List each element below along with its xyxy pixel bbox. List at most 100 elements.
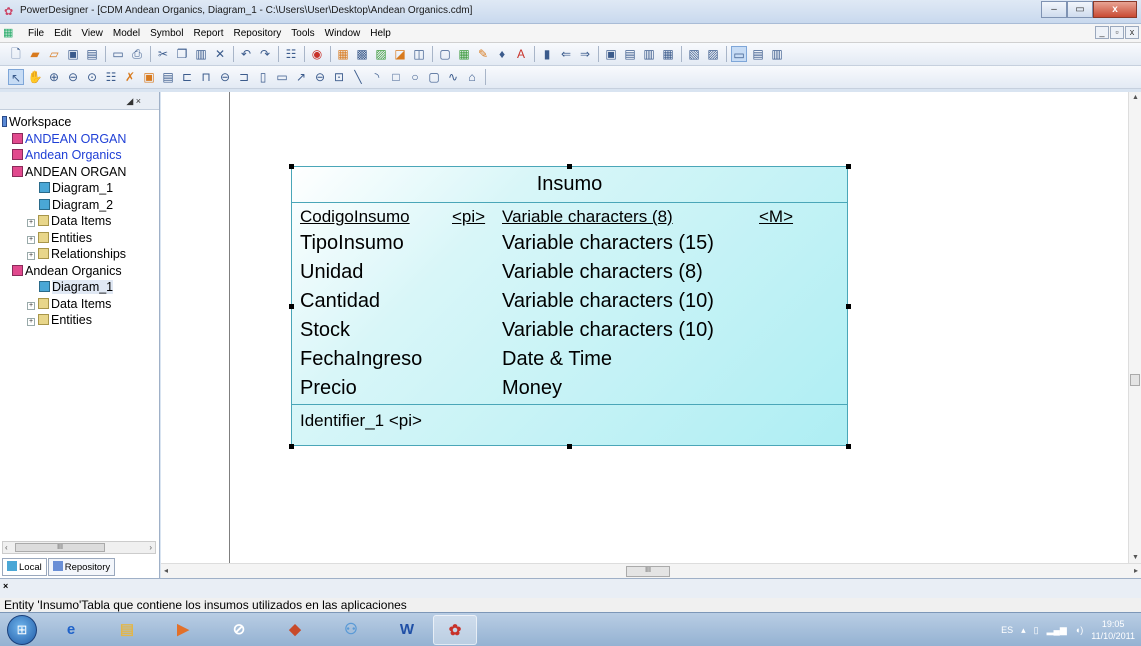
- pointer-icon[interactable]: ↖: [8, 69, 24, 85]
- text-color-icon[interactable]: A: [513, 46, 529, 62]
- scroll-right-icon[interactable]: ›: [149, 543, 152, 552]
- expand-icon[interactable]: +: [27, 235, 35, 244]
- redo-icon[interactable]: ↷: [257, 46, 273, 62]
- pen-icon[interactable]: ✎: [475, 46, 491, 62]
- scroll-left-icon[interactable]: ◂: [164, 566, 168, 575]
- tree-item-folder[interactable]: + Entities: [0, 312, 158, 329]
- tree-item-diagram[interactable]: Diagram_1: [0, 279, 158, 296]
- expand-icon[interactable]: +: [27, 318, 35, 326]
- undo-icon[interactable]: ↶: [238, 46, 254, 62]
- title-icon[interactable]: ⊖: [312, 69, 328, 85]
- compare-icon[interactable]: ▨: [373, 46, 389, 62]
- file-icon[interactable]: ▯: [255, 69, 271, 85]
- tab-repository[interactable]: Repository: [47, 558, 116, 576]
- entity-insumo[interactable]: Insumo CodigoInsumo <pi> Variable charac…: [291, 166, 848, 446]
- merge-icon[interactable]: ▩: [354, 46, 370, 62]
- open-folder-icon[interactable]: ▰: [27, 46, 43, 62]
- word-icon[interactable]: W: [385, 615, 429, 645]
- grid-icon[interactable]: ▦: [456, 46, 472, 62]
- app-icon[interactable]: ◆: [273, 615, 317, 645]
- rect-icon[interactable]: ▢: [437, 46, 453, 62]
- tree-item-model[interactable]: Andean Organics: [0, 147, 158, 164]
- tree-item-diagram[interactable]: Diagram_1: [0, 180, 158, 197]
- arrow-right-icon[interactable]: ⇒: [577, 46, 593, 62]
- polyline-icon[interactable]: ∿: [445, 69, 461, 85]
- tree-item-model[interactable]: Andean Organics: [0, 263, 158, 280]
- scroll-left-icon[interactable]: ‹: [5, 543, 8, 552]
- expand-icon[interactable]: +: [27, 301, 35, 310]
- selection-handle[interactable]: [846, 444, 851, 449]
- diagram-canvas[interactable]: Insumo CodigoInsumo <pi> Variable charac…: [161, 92, 1128, 563]
- model-icon[interactable]: ▦: [335, 46, 351, 62]
- menu-tools[interactable]: Tools: [286, 24, 319, 43]
- ellipse-icon[interactable]: ○: [407, 69, 423, 85]
- tree-item-model[interactable]: ANDEAN ORGAN: [0, 164, 158, 181]
- properties-icon[interactable]: ☷: [103, 69, 119, 85]
- rounded-rect-icon[interactable]: ▢: [426, 69, 442, 85]
- copy-icon[interactable]: ❐: [174, 46, 190, 62]
- document-close-button[interactable]: x: [1125, 26, 1139, 39]
- view3-icon[interactable]: ▥: [769, 46, 785, 62]
- line-style-icon[interactable]: ▮: [539, 46, 555, 62]
- menu-view[interactable]: View: [76, 24, 108, 43]
- grabber-icon[interactable]: ✋: [27, 69, 43, 85]
- delete-icon[interactable]: ✕: [212, 46, 228, 62]
- fill-icon[interactable]: ♦: [494, 46, 510, 62]
- open-icon[interactable]: ▱: [46, 46, 62, 62]
- link-icon[interactable]: ↗: [293, 69, 309, 85]
- close-output-icon[interactable]: ×: [3, 581, 8, 591]
- hp-icon[interactable]: ⊘: [217, 615, 261, 645]
- polygon-icon[interactable]: ⌂: [464, 69, 480, 85]
- arrow-icon[interactable]: ⇐: [558, 46, 574, 62]
- find-icon[interactable]: ◉: [309, 46, 325, 62]
- zoom-icon[interactable]: ⊙: [84, 69, 100, 85]
- selection-handle[interactable]: [289, 164, 294, 169]
- tab-local[interactable]: Local: [2, 558, 47, 576]
- save-all-icon[interactable]: ▤: [84, 46, 100, 62]
- media-player-icon[interactable]: ▶: [161, 615, 205, 645]
- align2-icon[interactable]: ▤: [622, 46, 638, 62]
- scroll-up-icon[interactable]: ▲: [1132, 94, 1139, 101]
- generate-icon[interactable]: ◫: [411, 46, 427, 62]
- tree-item-model[interactable]: ANDEAN ORGAN: [0, 131, 158, 148]
- menu-edit[interactable]: Edit: [49, 24, 76, 43]
- powerdesigner-app-icon[interactable]: ✿: [4, 5, 18, 19]
- package-icon[interactable]: ▣: [141, 69, 157, 85]
- align-icon[interactable]: ▣: [603, 46, 619, 62]
- selection-handle[interactable]: [846, 304, 851, 309]
- align6-icon[interactable]: ▨: [705, 46, 721, 62]
- new-icon[interactable]: 🗋: [8, 46, 24, 62]
- menu-window[interactable]: Window: [320, 24, 366, 43]
- paste-icon[interactable]: ▥: [193, 46, 209, 62]
- selection-handle[interactable]: [846, 164, 851, 169]
- save-icon[interactable]: ▣: [65, 46, 81, 62]
- view2-icon[interactable]: ▤: [750, 46, 766, 62]
- tree-item-folder[interactable]: + Relationships: [0, 246, 158, 263]
- expand-icon[interactable]: +: [27, 252, 35, 260]
- tree-item-workspace[interactable]: Workspace: [0, 114, 158, 131]
- align3-icon[interactable]: ▥: [641, 46, 657, 62]
- relationship-icon[interactable]: ⊏: [179, 69, 195, 85]
- association-link-icon[interactable]: ⊐: [236, 69, 252, 85]
- battery-icon[interactable]: ▯: [1034, 625, 1039, 636]
- check-icon[interactable]: ◪: [392, 46, 408, 62]
- show-hidden-icons-icon[interactable]: ▴: [1021, 625, 1026, 636]
- tree-item-folder[interactable]: + Data Items: [0, 296, 158, 313]
- note-icon[interactable]: ▭: [274, 69, 290, 85]
- print-preview-icon[interactable]: ▭: [110, 46, 126, 62]
- selection-handle[interactable]: [289, 304, 294, 309]
- scrollbar-thumb[interactable]: [1130, 374, 1140, 386]
- entity-icon[interactable]: ▤: [160, 69, 176, 85]
- network-icon[interactable]: ▂▄▆: [1047, 625, 1067, 636]
- menu-file[interactable]: File: [23, 24, 49, 43]
- view-icon[interactable]: ▭: [731, 46, 747, 62]
- selection-handle[interactable]: [567, 164, 572, 169]
- browser-horizontal-scrollbar[interactable]: ‹ III ›: [2, 541, 156, 554]
- pane-dock-icon[interactable]: ◢ ×: [126, 96, 141, 107]
- scrollbar-thumb[interactable]: III: [15, 543, 105, 552]
- menu-symbol[interactable]: Symbol: [145, 24, 188, 43]
- people-icon[interactable]: ⚇: [329, 615, 373, 645]
- canvas-horizontal-scrollbar[interactable]: ◂ III ▸: [161, 563, 1141, 578]
- tree-item-folder[interactable]: + Data Items: [0, 213, 158, 230]
- selection-handle[interactable]: [289, 444, 294, 449]
